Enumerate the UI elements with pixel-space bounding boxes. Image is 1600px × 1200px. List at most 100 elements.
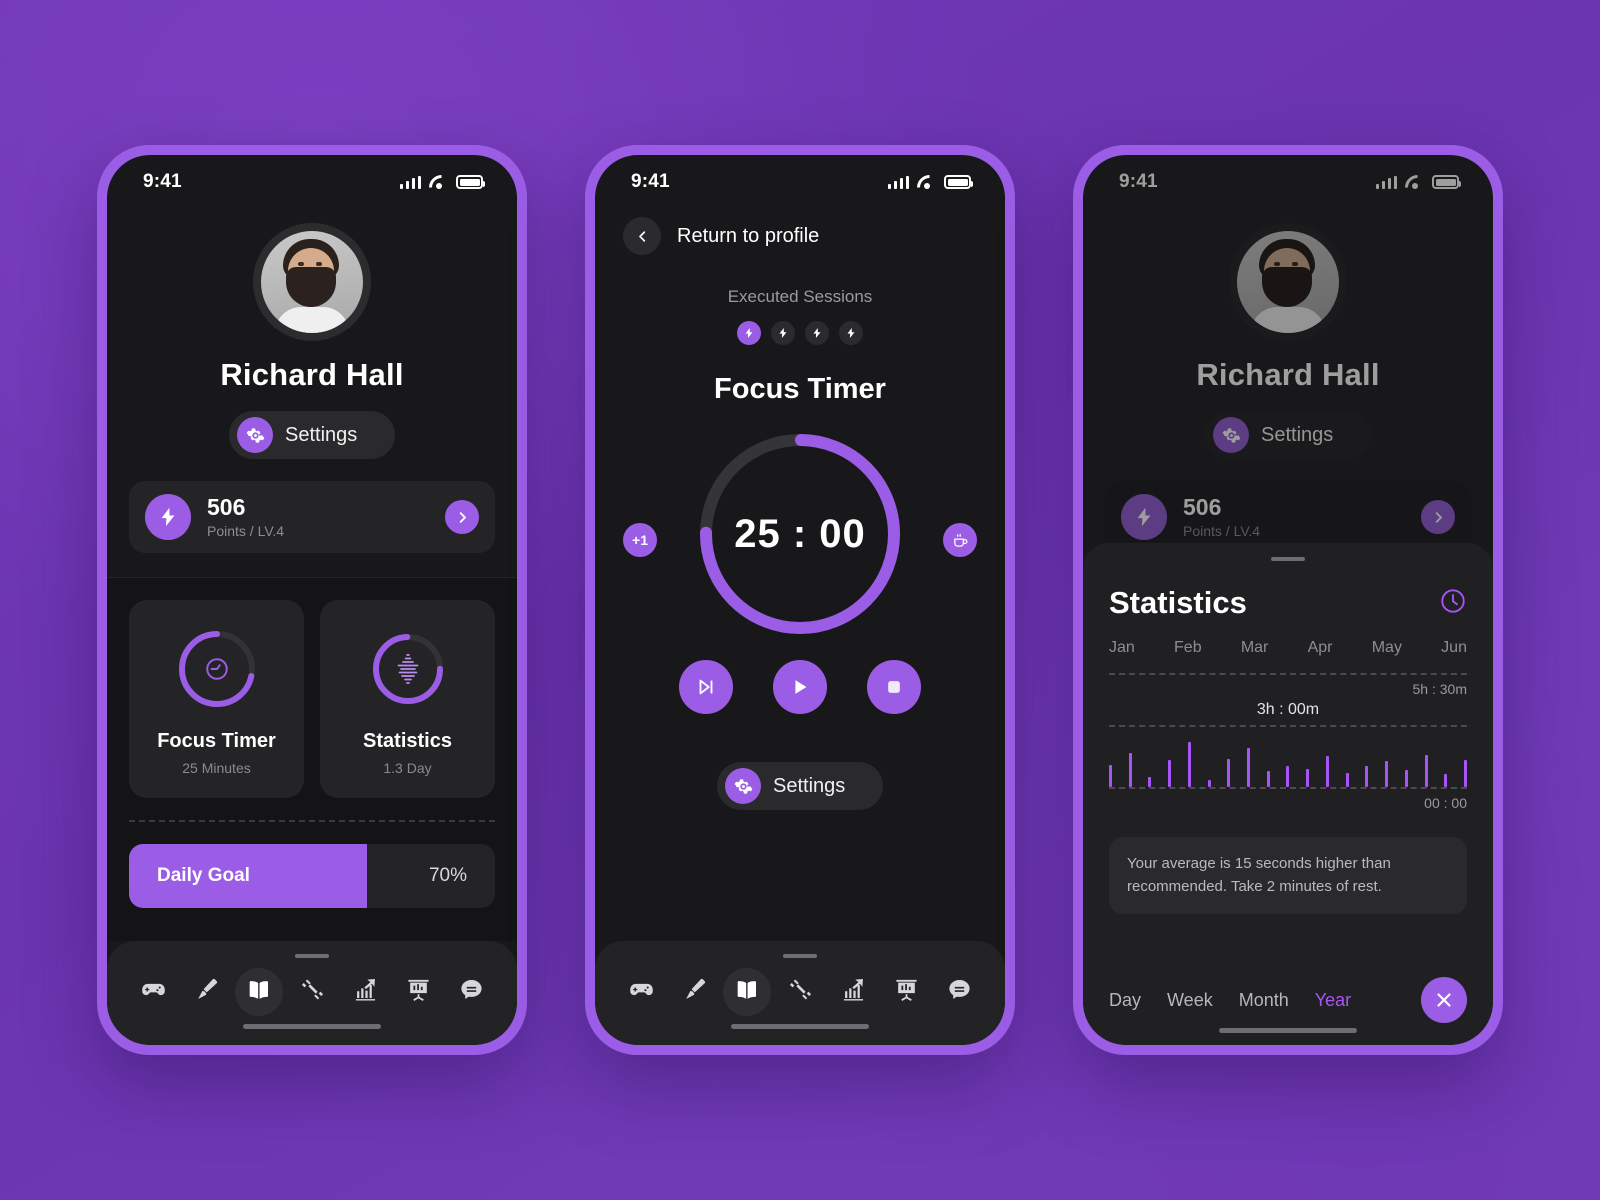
return-to-profile-button[interactable]: Return to profile <box>595 209 1005 255</box>
chat-bubble-icon <box>946 976 973 1008</box>
nav-grip[interactable] <box>295 954 329 958</box>
statistics-chart: 5h : 30m 3h : 00m 00 : 00 <box>1109 673 1467 811</box>
focus-timer-ring <box>174 626 260 712</box>
daily-goal-percent: 70% <box>428 865 467 886</box>
session-dot[interactable] <box>737 321 761 345</box>
daily-goal-progress[interactable]: Daily Goal 70% <box>129 844 495 908</box>
add-minute-button[interactable]: +1 <box>623 523 657 557</box>
nav-art[interactable] <box>182 968 230 1016</box>
open-book-icon <box>734 977 760 1008</box>
nav-chat[interactable] <box>447 968 495 1016</box>
phone-mockup-stage: 9:41 Richard Hall Settings 506 Points / … <box>0 0 1600 1200</box>
wifi-icon <box>917 175 936 189</box>
chart-bar <box>1207 779 1211 787</box>
battery-full-icon <box>456 175 485 189</box>
month-axis-labels: Jan Feb Mar Apr May Jun <box>1109 639 1467 657</box>
settings-button[interactable]: Settings <box>717 762 883 810</box>
clock-icon <box>174 626 260 712</box>
range-month[interactable]: Month <box>1239 990 1289 1011</box>
gamepad-icon <box>628 976 655 1008</box>
points-value: 506 <box>207 493 246 520</box>
points-text: 506 Points / LV.4 <box>1183 494 1405 539</box>
feature-tiles: Focus Timer 25 Minutes Statistics 1.3 Da… <box>129 578 495 798</box>
points-caption: Points / LV.4 <box>207 523 285 540</box>
avatar[interactable] <box>253 223 371 341</box>
sheet-drag-handle[interactable] <box>1271 557 1305 561</box>
chevron-left-icon[interactable] <box>623 217 661 255</box>
user-avatar-photo <box>261 231 363 333</box>
chart-mid-label: 3h : 00m <box>1256 701 1320 718</box>
chart-top-label: 5h : 30m <box>1412 681 1467 697</box>
coffee-cup-icon[interactable] <box>943 523 977 557</box>
home-indicator <box>1219 1028 1357 1033</box>
dumbbell-icon <box>299 976 326 1008</box>
session-dot[interactable] <box>839 321 863 345</box>
status-time: 9:41 <box>631 171 670 192</box>
tile-title: Focus Timer <box>157 730 276 752</box>
chart-bar <box>1247 748 1251 787</box>
chart-bar <box>1345 773 1349 787</box>
chart-bar <box>1385 761 1389 787</box>
nav-reading[interactable] <box>235 968 283 1016</box>
phone-focus-timer-screen: 9:41 Return to profile Executed Sessions… <box>585 145 1015 1055</box>
page-title: Richard Hall <box>220 357 404 392</box>
chart-bar <box>1148 776 1152 787</box>
nav-games[interactable] <box>617 968 665 1016</box>
page-title: Richard Hall <box>1196 357 1380 392</box>
session-dot[interactable] <box>771 321 795 345</box>
nav-fitness[interactable] <box>288 968 336 1016</box>
close-x-icon[interactable] <box>1421 977 1467 1023</box>
gamepad-icon <box>140 976 167 1008</box>
session-dot[interactable] <box>805 321 829 345</box>
settings-button-label: Settings <box>773 774 846 797</box>
cellular-signal-icon <box>887 175 909 189</box>
points-text: 506 Points / LV.4 <box>207 493 429 540</box>
range-year[interactable]: Year <box>1315 990 1351 1011</box>
chart-line-up-icon <box>352 976 379 1008</box>
nav-growth[interactable] <box>829 968 877 1016</box>
month-label: Jan <box>1109 639 1135 656</box>
nav-games[interactable] <box>129 968 177 1016</box>
timer-progress-ring: 25 : 00 <box>694 428 906 640</box>
profile-body: Richard Hall Settings 506 Points / LV.4 <box>107 209 517 941</box>
status-indicators <box>399 175 485 189</box>
nav-work[interactable] <box>394 968 442 1016</box>
focus-timer-title: Focus Timer <box>714 373 886 405</box>
lightning-bolt-icon <box>145 494 191 540</box>
month-label: Apr <box>1307 639 1333 656</box>
settings-button[interactable]: Settings <box>229 411 395 459</box>
nav-reading[interactable] <box>723 968 771 1016</box>
nav-art[interactable] <box>670 968 718 1016</box>
battery-full-icon <box>944 175 973 189</box>
status-time: 9:41 <box>143 171 182 192</box>
chart-bar <box>1463 760 1467 787</box>
nav-grip[interactable] <box>783 954 817 958</box>
range-day[interactable]: Day <box>1109 990 1141 1011</box>
nav-fitness[interactable] <box>776 968 824 1016</box>
screen-profile: 9:41 Richard Hall Settings 506 Points / … <box>107 155 517 1045</box>
chart-bar <box>1286 765 1290 787</box>
chevron-right-icon[interactable] <box>445 500 479 534</box>
nav-growth[interactable] <box>341 968 389 1016</box>
chart-bar <box>1404 770 1408 787</box>
chart-bar <box>1266 771 1270 787</box>
wifi-icon <box>1405 175 1424 189</box>
range-selector: Day Week Month Year <box>1109 977 1467 1045</box>
status-bar: 9:41 <box>1083 155 1493 209</box>
nav-chat[interactable] <box>935 968 983 1016</box>
gear-icon <box>725 768 761 804</box>
tile-subtitle: 1.3 Day <box>383 760 432 776</box>
cellular-signal-icon <box>1375 175 1397 189</box>
chart-line-up-icon <box>840 976 867 1008</box>
points-card[interactable]: 506 Points / LV.4 <box>129 481 495 553</box>
clock-outline-icon[interactable] <box>1439 587 1467 620</box>
presentation-chart-icon <box>405 976 432 1008</box>
tile-statistics[interactable]: Statistics 1.3 Day <box>320 600 495 798</box>
month-label: Mar <box>1240 639 1269 656</box>
chart-bar <box>1424 754 1428 787</box>
tile-focus-timer[interactable]: Focus Timer 25 Minutes <box>129 600 304 798</box>
range-week[interactable]: Week <box>1167 990 1213 1011</box>
month-label: Feb <box>1174 639 1202 656</box>
status-indicators <box>887 175 973 189</box>
nav-work[interactable] <box>882 968 930 1016</box>
